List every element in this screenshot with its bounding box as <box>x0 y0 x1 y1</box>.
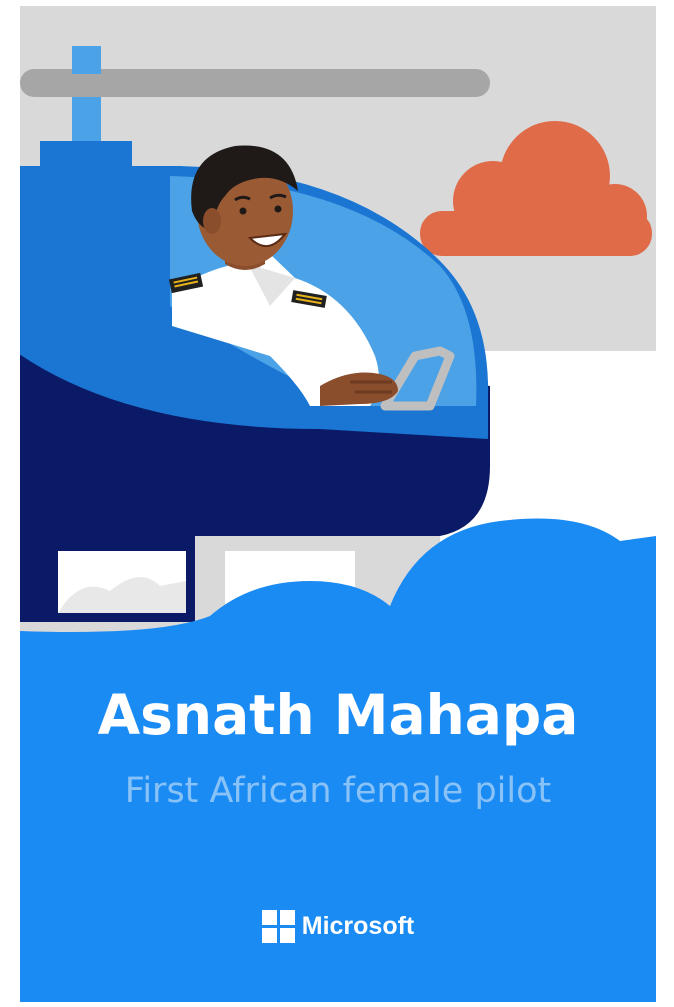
brand-name: Microsoft <box>301 912 415 940</box>
microsoft-logo-icon <box>261 910 295 943</box>
pilot-ear <box>203 208 221 234</box>
poster-card: Asnath Mahapa First African female pilot… <box>20 6 656 1002</box>
person-subtitle: First African female pilot <box>124 771 552 811</box>
pilot-eye-right <box>274 205 282 213</box>
pilot-eye-left <box>239 207 247 215</box>
brand-mark: Microsoft <box>20 910 656 943</box>
person-name: Asnath Mahapa <box>97 683 579 747</box>
helicopter-illustration <box>20 6 656 1002</box>
rotor-mast-top <box>72 46 101 74</box>
rotor-mast <box>72 97 101 142</box>
